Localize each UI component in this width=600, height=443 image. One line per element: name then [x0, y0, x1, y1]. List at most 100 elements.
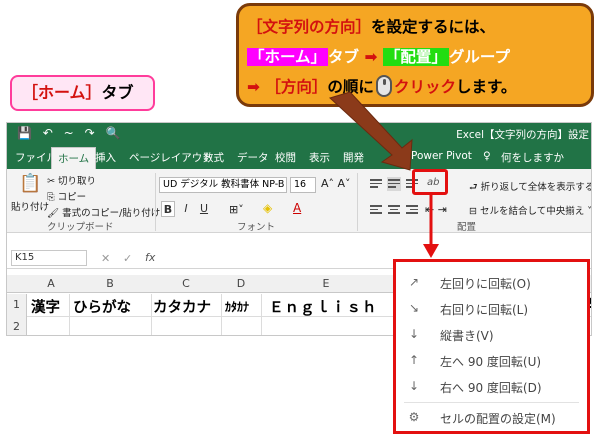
cell-a1[interactable]: 漢字 [31, 296, 60, 317]
merge-center-button[interactable]: ⊟ セルを結合して中央揃え ˅ [469, 203, 591, 217]
group-separator [155, 173, 156, 231]
paste-button[interactable]: 貼り付け [11, 199, 49, 213]
brush-icon: 🖌 [47, 208, 60, 219]
wrap-text-label: 折り返して全体を表示する [480, 182, 592, 193]
copy-button[interactable]: ⎘ コピー [47, 189, 86, 203]
tab-word: タブ [328, 48, 360, 66]
grow-font-icon[interactable]: A˄ A˅ [321, 177, 351, 190]
counterclockwise-icon: ↗ [408, 275, 420, 289]
function-icon[interactable]: fx [145, 251, 155, 264]
cell-e1[interactable]: Ｅｎｇｌｉｓｈ [269, 296, 378, 317]
gridline [69, 294, 70, 335]
save-icon[interactable]: 💾 [17, 126, 32, 140]
title-bar: 💾 ↶ ~ ↷ 🔍 Excel【文字列の方向】設定 [7, 123, 591, 145]
wrap-text-button[interactable]: ⮐ 折り返して全体を表示する [469, 179, 592, 196]
font-group-label: フォント [237, 222, 276, 233]
column-header[interactable]: E [261, 277, 391, 290]
alignment-group-label: 配置 [457, 222, 477, 233]
tab-home[interactable]: ホーム [51, 147, 97, 169]
arrow-glyph: ➡ [247, 78, 260, 96]
cancel-icon[interactable]: ✕ [101, 252, 110, 265]
undo-dropdown-icon[interactable]: ~ [64, 126, 74, 140]
instruction-line-2: 「ホーム」 タブ ➡ 「配置」 グループ [247, 42, 583, 72]
font-color-icon[interactable]: A [293, 201, 301, 215]
name-box[interactable]: K15 [11, 250, 87, 266]
menu-item-rotate-down[interactable]: ↓ 右へ 90 度回転(D) [396, 374, 587, 400]
mouse-icon [375, 75, 392, 97]
vertical-text-icon: ↓ [408, 327, 420, 341]
instruction-text: を設定するには、 [371, 18, 496, 36]
underline-button[interactable]: U [197, 201, 211, 217]
cut-button[interactable]: ✂ 切り取り [47, 173, 96, 187]
indent-icons[interactable]: ⇤ ⇥ [425, 203, 447, 216]
menu-item-format-alignment[interactable]: ⚙ セルの配置の設定(M) [396, 405, 587, 431]
clockwise-icon: ↘ [408, 301, 420, 315]
copy-label: コピー [57, 192, 87, 203]
tell-me-search[interactable]: 何をしますか [501, 150, 564, 165]
home-tab-term: 「ホーム」 [247, 48, 329, 66]
ribbon: 📋 貼り付け ✂ 切り取り ⎘ コピー 🖌 書式のコピー/貼り付け クリップボー… [7, 169, 591, 233]
print-preview-icon[interactable]: 🔍 [105, 126, 120, 140]
home-term: ［ホーム］ [22, 83, 102, 102]
orientation-term: ［文字列の方向］ [247, 18, 372, 36]
menu-item-counterclockwise[interactable]: ↗ 左回りに回転(O) [396, 270, 587, 296]
cut-label: 切り取り [58, 176, 97, 187]
tab-word: タブ [101, 83, 134, 102]
menu-item-label: 左回りに回転(O) [440, 277, 531, 291]
align-top-icon[interactable] [369, 177, 383, 191]
align-center-icon[interactable] [387, 203, 401, 217]
copy-icon: ⎘ [47, 192, 55, 203]
menu-item-clockwise[interactable]: ↘ 右回りに回転(L) [396, 296, 587, 322]
tab-power-pivot[interactable]: Power Pivot [411, 150, 472, 162]
format-painter-label: 書式のコピー/貼り付け [62, 208, 161, 219]
tab-data[interactable]: データ [237, 150, 269, 165]
align-right-icon[interactable] [405, 203, 419, 217]
redo-icon[interactable]: ↷ [85, 126, 95, 140]
orientation-menu: ↗ 左回りに回転(O) ↘ 右回りに回転(L) ↓ 縦書き(V) ↑ 左へ 90… [393, 259, 590, 434]
align-left-icon[interactable] [369, 203, 383, 217]
gridline [261, 294, 262, 335]
tab-view[interactable]: 表示 [309, 150, 330, 165]
font-size-select[interactable]: 16 [290, 177, 316, 193]
tab-page-layout[interactable]: ページレイアウト [129, 150, 213, 165]
cell-c1[interactable]: カタカナ [153, 296, 211, 317]
orientation-button-highlight [412, 169, 448, 195]
window-title: Excel【文字列の方向】設定 [456, 129, 589, 141]
row-header[interactable]: 1 [7, 294, 27, 316]
confirm-icon[interactable]: ✓ [123, 252, 132, 265]
rotate-down-icon: ↓ [408, 379, 420, 393]
cell-b1[interactable]: ひらがな [73, 296, 131, 317]
instruction-text: の順に [327, 78, 374, 96]
scissors-icon: ✂ [47, 176, 55, 187]
tab-review[interactable]: 校閲 [275, 150, 296, 165]
arrow-glyph: ➡ [364, 48, 378, 66]
tab-developer[interactable]: 開発 [343, 150, 364, 165]
format-painter-button[interactable]: 🖌 書式のコピー/貼り付け [47, 205, 160, 219]
gridline [151, 294, 152, 335]
font-name-select[interactable]: UD デジタル 教科書体 NP-B [159, 177, 287, 193]
tab-insert[interactable]: 挿入 [95, 150, 116, 165]
tab-formulas[interactable]: 数式 [203, 150, 224, 165]
fill-color-icon[interactable]: ◈ [263, 201, 272, 215]
menu-item-label: セルの配置の設定(M) [440, 412, 556, 426]
column-header[interactable]: C [151, 277, 221, 290]
menu-item-vertical-text[interactable]: ↓ 縦書き(V) [396, 322, 587, 348]
menu-item-rotate-up[interactable]: ↑ 左へ 90 度回転(U) [396, 348, 587, 374]
italic-button[interactable]: I [179, 201, 193, 217]
format-alignment-icon: ⚙ [408, 410, 420, 424]
bold-button[interactable]: B [161, 201, 175, 217]
home-tab-callout: ［ホーム］タブ [10, 75, 155, 111]
lightbulb-icon[interactable]: ♀ [483, 150, 491, 162]
menu-item-label: 縦書き(V) [440, 329, 494, 343]
instruction-line-3: ➡ ［方向］の順に クリックします。 [247, 72, 583, 102]
border-icon[interactable]: ⊞˅ [229, 203, 244, 216]
paste-icon[interactable]: 📋 [19, 173, 41, 194]
undo-icon[interactable]: ↶ [43, 126, 53, 140]
row-header[interactable]: 2 [7, 316, 27, 335]
column-header[interactable]: B [69, 277, 151, 290]
cell-d1[interactable]: ｶﾀｶﾅ [225, 298, 249, 315]
column-header[interactable]: A [33, 277, 69, 290]
align-middle-icon[interactable] [387, 177, 401, 191]
gridline [221, 294, 222, 335]
column-header[interactable]: D [221, 277, 261, 290]
